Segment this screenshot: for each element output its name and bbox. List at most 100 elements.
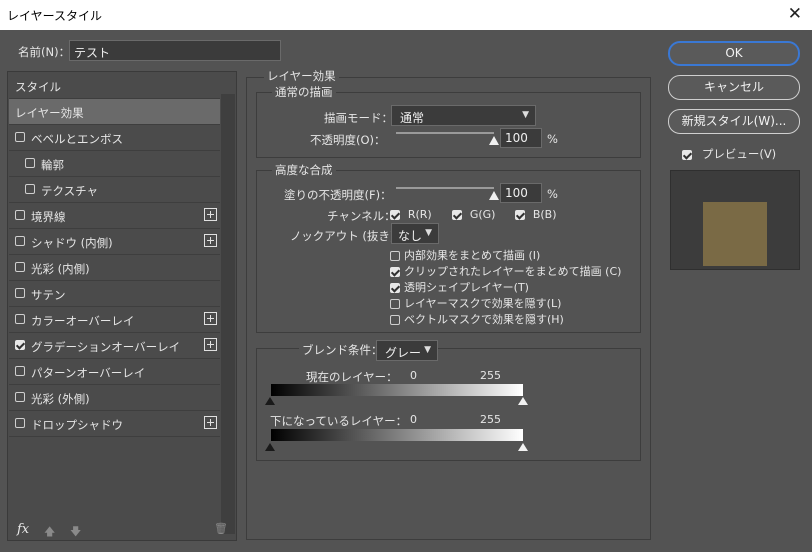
- opacity-slider-thumb[interactable]: [489, 136, 499, 145]
- opacity-unit: %: [547, 132, 558, 146]
- title-bar: レイヤースタイル ✕: [0, 0, 812, 30]
- add-icon[interactable]: [204, 208, 217, 221]
- blend-mode-select[interactable]: 通常 ▼: [391, 105, 536, 126]
- style-item-checkbox[interactable]: [15, 340, 25, 350]
- style-item-checkbox[interactable]: [15, 236, 25, 246]
- blend-if-select[interactable]: グレー ▼: [376, 340, 438, 361]
- style-item[interactable]: スタイル: [9, 73, 220, 99]
- channel-r[interactable]: R(R): [390, 207, 432, 221]
- scrollbar[interactable]: [221, 94, 235, 534]
- style-item-checkbox[interactable]: [15, 418, 25, 428]
- style-item[interactable]: シャドウ (内側): [9, 229, 220, 255]
- style-item-checkbox[interactable]: [25, 184, 35, 194]
- channel-b-checkbox[interactable]: [515, 209, 525, 220]
- channel-b-label: B(B): [532, 208, 557, 221]
- fill-opacity-unit: %: [547, 187, 558, 201]
- knockout-select[interactable]: なし ▼: [391, 223, 439, 244]
- advanced-option-label: レイヤーマスクで効果を隠す(L): [404, 297, 562, 310]
- advanced-option[interactable]: ベクトルマスクで効果を隠す(H): [390, 311, 564, 327]
- chevron-down-icon: ▼: [522, 110, 529, 120]
- advanced-option-checkbox[interactable]: [390, 282, 400, 293]
- preview-label: プレビュー(V): [701, 147, 777, 161]
- name-input[interactable]: テスト: [69, 40, 281, 61]
- style-item[interactable]: サテン: [9, 281, 220, 307]
- advanced-option[interactable]: 内部効果をまとめて描画 (I): [390, 247, 540, 263]
- style-item-label: グラデーションオーバーレイ: [31, 340, 181, 354]
- fx-icon[interactable]: fx: [17, 522, 29, 537]
- underlying-black-stop[interactable]: [265, 443, 275, 451]
- advanced-option[interactable]: レイヤーマスクで効果を隠す(L): [390, 295, 561, 311]
- style-item-checkbox[interactable]: [15, 366, 25, 376]
- style-item-checkbox[interactable]: [15, 392, 25, 402]
- style-item[interactable]: 輪郭: [9, 151, 220, 177]
- blend-if-label: ブレンド条件：: [299, 342, 386, 358]
- style-item-checkbox[interactable]: [15, 288, 25, 298]
- style-item[interactable]: カラーオーバーレイ: [9, 307, 220, 333]
- channel-g[interactable]: G(G): [452, 207, 495, 221]
- style-item[interactable]: ドロップシャドウ: [9, 411, 220, 437]
- general-blend-title: 通常の描画: [272, 84, 336, 100]
- style-item-label: サテン: [31, 288, 66, 302]
- opacity-input[interactable]: 100: [500, 128, 542, 148]
- close-icon[interactable]: ✕: [788, 4, 802, 24]
- advanced-option[interactable]: クリップされたレイヤーをまとめて描画 (C): [390, 263, 621, 279]
- advanced-option-label: ベクトルマスクで効果を隠す(H): [404, 313, 564, 326]
- knockout-value: なし: [398, 229, 423, 243]
- style-item-checkbox[interactable]: [25, 158, 35, 168]
- this-layer-min: 0: [410, 369, 417, 382]
- style-item[interactable]: ベベルとエンボス: [9, 125, 220, 151]
- cancel-button[interactable]: キャンセル: [668, 75, 800, 100]
- preview-checkbox[interactable]: [682, 149, 692, 160]
- opacity-slider-track[interactable]: [396, 132, 494, 134]
- style-item-label: 境界線: [31, 210, 66, 224]
- style-item-checkbox[interactable]: [15, 262, 25, 272]
- trash-icon[interactable]: 🗑: [214, 522, 228, 535]
- advanced-option[interactable]: 透明シェイプレイヤー(T): [390, 279, 529, 295]
- effects-title: レイヤー効果: [264, 68, 339, 84]
- channel-g-label: G(G): [469, 208, 496, 221]
- window-title: レイヤースタイル: [7, 9, 103, 23]
- style-item-checkbox[interactable]: [15, 210, 25, 220]
- style-item-label: 輪郭: [41, 158, 64, 172]
- preview-checkbox-row[interactable]: プレビュー(V): [682, 146, 776, 162]
- fill-opacity-slider-thumb[interactable]: [489, 191, 499, 200]
- fill-opacity-input[interactable]: 100: [500, 183, 542, 203]
- channel-g-checkbox[interactable]: [452, 209, 462, 220]
- advanced-option-checkbox[interactable]: [390, 266, 400, 277]
- style-item[interactable]: 境界線: [9, 203, 220, 229]
- style-item-label: カラーオーバーレイ: [31, 314, 135, 328]
- style-item[interactable]: 光彩 (内側): [9, 255, 220, 281]
- underlying-max: 255: [480, 413, 501, 426]
- style-item[interactable]: パターンオーバーレイ: [9, 359, 220, 385]
- this-layer-black-stop[interactable]: [265, 397, 275, 405]
- add-icon[interactable]: [204, 338, 217, 351]
- fill-opacity-slider-track[interactable]: [396, 187, 494, 189]
- style-item[interactable]: グラデーションオーバーレイ: [9, 333, 220, 359]
- channel-b[interactable]: B(B): [515, 207, 557, 221]
- style-item-checkbox[interactable]: [15, 314, 25, 324]
- ok-button[interactable]: OK: [668, 41, 800, 66]
- name-label: 名前(N)：: [18, 45, 71, 59]
- add-icon[interactable]: [204, 234, 217, 247]
- style-item-label: 光彩 (外側): [31, 392, 90, 406]
- style-item[interactable]: レイヤー効果: [9, 99, 220, 125]
- style-item-checkbox[interactable]: [15, 132, 25, 142]
- underlying-white-stop[interactable]: [518, 443, 528, 451]
- style-item-label: テクスチャ: [41, 184, 99, 198]
- fill-opacity-label: 塗りの不透明度(F)：: [284, 188, 392, 202]
- move-down-icon[interactable]: 🡇: [70, 523, 81, 542]
- move-up-icon[interactable]: 🡅: [44, 523, 55, 542]
- style-item-label: 光彩 (内側): [31, 262, 90, 276]
- add-icon[interactable]: [204, 416, 217, 429]
- add-icon[interactable]: [204, 312, 217, 325]
- style-item[interactable]: 光彩 (外側): [9, 385, 220, 411]
- new-style-button[interactable]: 新規スタイル(W)...: [668, 109, 800, 134]
- channel-r-checkbox[interactable]: [390, 209, 400, 220]
- advanced-option-checkbox[interactable]: [390, 250, 400, 261]
- this-layer-white-stop[interactable]: [518, 397, 528, 405]
- advanced-option-checkbox[interactable]: [390, 298, 400, 309]
- chevron-down-icon: ▼: [425, 228, 432, 238]
- advanced-option-checkbox[interactable]: [390, 314, 400, 325]
- this-layer-label: 現在のレイヤー：: [306, 370, 398, 384]
- style-item[interactable]: テクスチャ: [9, 177, 220, 203]
